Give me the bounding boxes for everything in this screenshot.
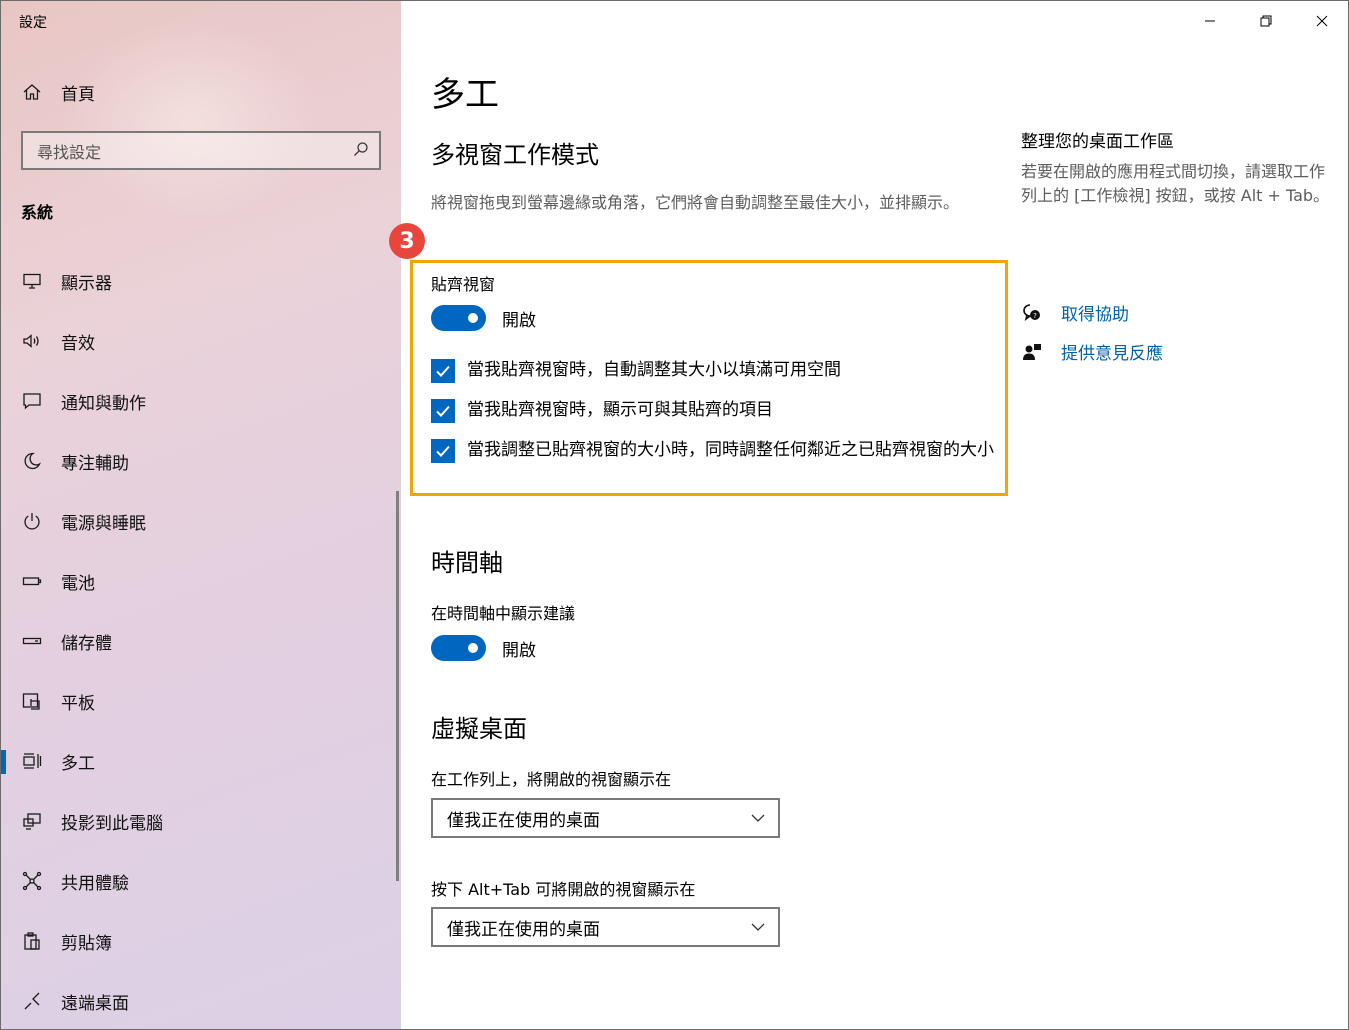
page-title: 多工: [431, 75, 499, 115]
search-placeholder: 尋找設定: [37, 142, 102, 162]
sidebar-item-label: 投影到此電腦: [61, 813, 163, 834]
sidebar-item-label: 通知與動作: [61, 393, 146, 414]
sidebar-item-display[interactable]: 顯示器: [1, 251, 401, 311]
sidebar-item-multitasking[interactable]: 多工: [1, 731, 401, 791]
snap-option-resize-adjacent[interactable]: 當我調整已貼齊視窗的大小時，同時調整任何鄰近之已貼齊視窗的大小: [431, 439, 996, 463]
monitor-icon: [21, 270, 43, 292]
feedback-icon: [1021, 341, 1043, 363]
search-icon[interactable]: [353, 141, 369, 161]
get-help-link[interactable]: ? 取得協助: [1021, 300, 1129, 325]
snap-windows-label: 貼齊視窗: [431, 275, 496, 294]
taskbar-windows-label: 在工作列上，將開啟的視窗顯示在: [431, 770, 672, 789]
home-icon: [21, 81, 43, 103]
sidebar-item-label: 顯示器: [61, 273, 112, 294]
multitasking-icon: [21, 750, 43, 772]
sidebar-item-label: 共用體驗: [61, 873, 129, 894]
checkbox[interactable]: [431, 399, 455, 423]
snap-description: 將視窗拖曳到螢幕邊緣或角落，它們將會自動調整至最佳大小，並排顯示。: [431, 193, 960, 212]
settings-window: 設定 首頁 尋找設定 系統 顯示器 音效 通知與動作 專注輔助 電源與睡眠 電池…: [0, 0, 1349, 1030]
sidebar-item-home[interactable]: 首頁: [1, 71, 401, 113]
clipboard-icon: [21, 930, 43, 952]
timeline-suggestions-toggle[interactable]: [431, 635, 486, 661]
sidebar-item-label: 多工: [61, 753, 95, 774]
checkmark-icon: [436, 405, 450, 417]
app-title: 設定: [19, 15, 47, 31]
storage-icon: [21, 630, 43, 652]
sidebar-scrollbar[interactable]: [396, 491, 399, 881]
checkbox-label: 當我貼齊視窗時，自動調整其大小以填滿可用空間: [467, 360, 841, 380]
snap-windows-toggle[interactable]: [431, 305, 486, 331]
speaker-icon: [21, 330, 43, 352]
sidebar-item-label: 遠端桌面: [61, 993, 129, 1014]
checkbox-label: 當我調整已貼齊視窗的大小時，同時調整任何鄰近之已貼齊視窗的大小: [467, 440, 994, 460]
link-label: 提供意見反應: [1061, 344, 1163, 364]
snap-option-fill-space[interactable]: 當我貼齊視窗時，自動調整其大小以填滿可用空間: [431, 359, 1001, 383]
checkbox[interactable]: [431, 359, 455, 383]
sidebar-item-storage[interactable]: 儲存體: [1, 611, 401, 671]
tablet-icon: [21, 690, 43, 712]
sidebar-item-tablet[interactable]: 平板: [1, 671, 401, 731]
virtual-desktops-heading: 虛擬桌面: [431, 715, 527, 743]
dropdown-value: 僅我正在使用的桌面: [447, 810, 600, 831]
sidebar-item-shared-experiences[interactable]: 共用體驗: [1, 851, 401, 911]
sidebar-item-label: 音效: [61, 333, 95, 354]
alttab-windows-dropdown[interactable]: 僅我正在使用的桌面: [431, 907, 780, 947]
sidebar-nav: 顯示器 音效 通知與動作 專注輔助 電源與睡眠 電池 儲存體 平板 多工 投影到…: [1, 251, 401, 1029]
sidebar: 設定 首頁 尋找設定 系統 顯示器 音效 通知與動作 專注輔助 電源與睡眠 電池…: [1, 1, 401, 1029]
sidebar-background: [61, 21, 321, 221]
battery-icon: [21, 570, 43, 592]
project-icon: [21, 810, 43, 832]
sidebar-item-project[interactable]: 投影到此電腦: [1, 791, 401, 851]
checkmark-icon: [436, 365, 450, 377]
moon-icon: [21, 450, 43, 472]
sidebar-item-power-sleep[interactable]: 電源與睡眠: [1, 491, 401, 551]
sidebar-item-label: 平板: [61, 693, 95, 714]
sidebar-item-label: 剪貼簿: [61, 933, 112, 954]
dropdown-value: 僅我正在使用的桌面: [447, 919, 600, 940]
timeline-suggestions-label: 在時間軸中顯示建議: [431, 604, 576, 623]
snap-heading: 多視窗工作模式: [431, 141, 599, 169]
related-text: 若要在開啟的應用程式間切換，請選取工作列上的 [工作檢視] 按鈕，或按 Alt …: [1021, 162, 1330, 205]
notification-icon: [21, 390, 43, 412]
sidebar-item-remote-desktop[interactable]: 遠端桌面: [1, 971, 401, 1029]
sidebar-item-label: 儲存體: [61, 633, 112, 654]
step-badge: 3: [389, 223, 425, 259]
timeline-toggle-row: 開啟: [431, 635, 536, 661]
sidebar-item-focus-assist[interactable]: 專注輔助: [1, 431, 401, 491]
toggle-state-label: 開啟: [502, 310, 536, 331]
sidebar-item-label: 首頁: [61, 84, 95, 105]
remote-desktop-icon: [21, 990, 43, 1012]
snap-option-show-assist[interactable]: 當我貼齊視窗時，顯示可與其貼齊的項目: [431, 399, 1001, 423]
link-label: 取得協助: [1061, 305, 1129, 325]
alttab-windows-label: 按下 Alt+Tab 可將開啟的視窗顯示在: [431, 880, 696, 899]
snap-windows-toggle-row: 開啟: [431, 305, 536, 331]
sidebar-item-label: 電池: [61, 573, 95, 594]
taskbar-windows-dropdown[interactable]: 僅我正在使用的桌面: [431, 798, 780, 838]
main-content: 多工 多視窗工作模式 將視窗拖曳到螢幕邊緣或角落，它們將會自動調整至最佳大小，並…: [389, 1, 1349, 1029]
chevron-down-icon: [751, 814, 765, 822]
sidebar-item-label: 電源與睡眠: [61, 513, 146, 534]
sidebar-item-clipboard[interactable]: 剪貼簿: [1, 911, 401, 971]
chevron-down-icon: [751, 923, 765, 931]
timeline-heading: 時間軸: [431, 549, 503, 577]
related-info: 整理您的桌面工作區 若要在開啟的應用程式間切換，請選取工作列上的 [工作檢視] …: [1021, 127, 1331, 208]
checkmark-icon: [436, 445, 450, 457]
sidebar-item-sound[interactable]: 音效: [1, 311, 401, 371]
sidebar-item-battery[interactable]: 電池: [1, 551, 401, 611]
svg-text:?: ?: [1033, 312, 1037, 320]
sidebar-section-title: 系統: [21, 203, 54, 222]
checkbox[interactable]: [431, 439, 455, 463]
sidebar-item-notifications[interactable]: 通知與動作: [1, 371, 401, 431]
sidebar-item-label: 專注輔助: [61, 453, 129, 474]
power-icon: [21, 510, 43, 532]
toggle-state-label: 開啟: [502, 640, 536, 661]
share-icon: [21, 870, 43, 892]
give-feedback-link[interactable]: 提供意見反應: [1021, 339, 1163, 364]
checkbox-label: 當我貼齊視窗時，顯示可與其貼齊的項目: [467, 400, 773, 420]
related-title: 整理您的桌面工作區: [1021, 132, 1174, 152]
search-input[interactable]: 尋找設定: [21, 131, 381, 170]
help-chat-icon: ?: [1021, 302, 1043, 324]
